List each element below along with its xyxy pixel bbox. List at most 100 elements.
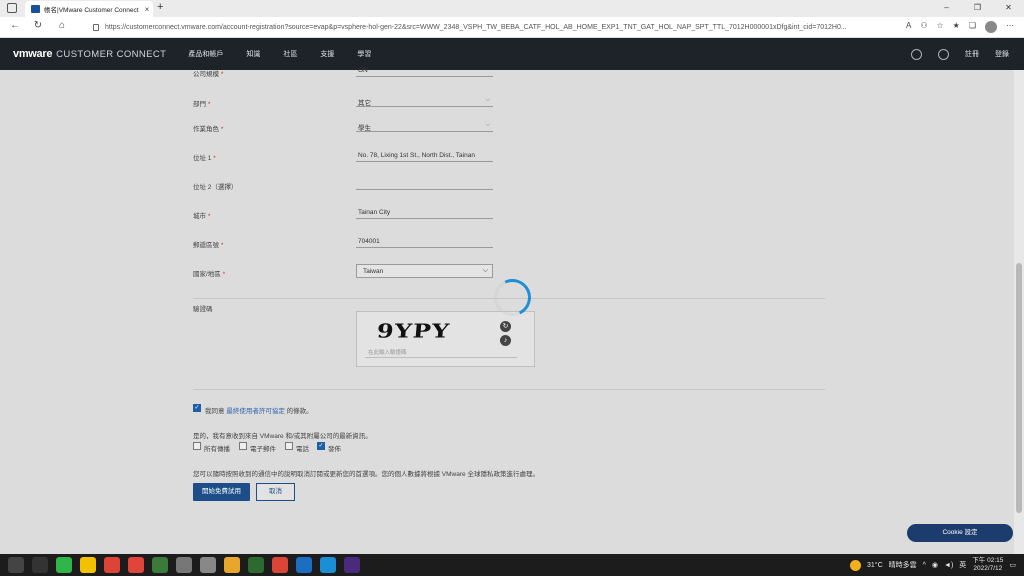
ie-icon[interactable] bbox=[296, 557, 312, 573]
browser-tab-bar: 帳名|VMware Customer Connect × + – ❐ ✕ bbox=[0, 0, 1024, 17]
weather-text: 晴時多雲 bbox=[888, 562, 917, 569]
taskbar-apps bbox=[8, 557, 360, 573]
captcha-audio-icon[interactable]: ♪ bbox=[500, 335, 511, 346]
weather-sun-icon bbox=[849, 559, 861, 571]
url-text: https://customerconnect.vmware.com/accou… bbox=[105, 24, 847, 31]
cancel-button[interactable]: 取消 bbox=[256, 483, 295, 501]
window-controls: – ❐ ✕ bbox=[931, 0, 1024, 17]
address1-input[interactable]: No. 78, Lixing 1st St., North Dist., Tai… bbox=[356, 150, 493, 162]
app-icon[interactable] bbox=[200, 557, 216, 573]
opt-email-label: 電子郵件 bbox=[250, 446, 276, 453]
edge-icon[interactable] bbox=[320, 557, 336, 573]
consent-question: 是的，我有意收到來自 VMware 和/或其附屬公司的最新資訊。 bbox=[193, 433, 372, 440]
minimize-icon[interactable]: – bbox=[931, 0, 962, 17]
restore-icon[interactable]: ❐ bbox=[962, 0, 993, 17]
nav-knowledge[interactable]: 知識 bbox=[246, 49, 260, 59]
country-select[interactable]: Taiwan ⌵ bbox=[356, 264, 493, 278]
line-app-icon[interactable] bbox=[56, 557, 72, 573]
nav-products[interactable]: 產品和帳戶 bbox=[188, 49, 223, 59]
captcha-refresh-icon[interactable]: ↻ bbox=[500, 321, 511, 332]
file-explorer-icon[interactable] bbox=[224, 557, 240, 573]
task-view-icon[interactable] bbox=[32, 557, 48, 573]
opt-mail-checkbox[interactable]: ✓ bbox=[317, 442, 325, 450]
nav-support[interactable]: 支援 bbox=[320, 49, 334, 59]
city-label: 城市 * bbox=[193, 213, 211, 220]
sticky-notes-icon[interactable] bbox=[80, 557, 96, 573]
collections-icon[interactable]: ❏ bbox=[969, 21, 976, 33]
chrome-icon[interactable] bbox=[272, 557, 288, 573]
refresh-icon[interactable]: ↻ bbox=[31, 20, 45, 31]
vmware-logo[interactable]: vmware bbox=[13, 48, 52, 60]
header-actions: 註冊 登錄 bbox=[911, 38, 1009, 70]
opt-all-label: 所有傳播 bbox=[204, 446, 230, 453]
lock-icon bbox=[93, 24, 99, 31]
vmware-header: vmware CUSTOMER CONNECT 產品和帳戶 知識 社區 支援 學… bbox=[0, 38, 1024, 70]
scrollbar-thumb[interactable] bbox=[1016, 263, 1022, 513]
globe-icon[interactable] bbox=[938, 48, 949, 60]
back-icon[interactable]: ← bbox=[8, 20, 22, 31]
postal-code-input[interactable]: 704001 bbox=[356, 236, 493, 248]
system-tray: 31°C 晴時多雲 ^ ◉ ◄) 英 下午 02:15 2022/7/12 ▭ bbox=[849, 554, 1016, 576]
customer-connect-title[interactable]: CUSTOMER CONNECT bbox=[56, 49, 166, 60]
more-icon[interactable]: ⋯ bbox=[1006, 21, 1014, 33]
cookie-settings-button[interactable]: Cookie 設定 bbox=[907, 524, 1013, 542]
address1-label: 位址 1 * bbox=[193, 155, 216, 162]
app-icon[interactable] bbox=[176, 557, 192, 573]
country-label: 國家/地區 * bbox=[193, 271, 226, 278]
ime-indicator[interactable]: 英 bbox=[959, 560, 966, 570]
company-size-label: 公司規模 * bbox=[193, 71, 224, 78]
nav-community[interactable]: 社區 bbox=[283, 49, 297, 59]
browser-tab[interactable]: 帳名|VMware Customer Connect × bbox=[25, 1, 153, 17]
company-size-field[interactable]: ON bbox=[356, 65, 493, 77]
favorite-icon[interactable]: ☆ bbox=[936, 21, 943, 33]
close-window-icon[interactable]: ✕ bbox=[993, 0, 1024, 17]
opt-phone-checkbox[interactable] bbox=[285, 442, 293, 450]
privacy-notice: 您可以隨時按照收到的通信中的說明取消訂閱或更新您的首選項。您的個人數據將根據 V… bbox=[193, 471, 539, 478]
chevron-down-icon: ⌵ bbox=[485, 122, 490, 128]
new-tab-button[interactable]: + bbox=[157, 1, 163, 13]
notification-icon[interactable]: ▭ bbox=[1009, 561, 1016, 569]
department-select[interactable]: 其它 ⌵ bbox=[356, 95, 493, 107]
extension-icon[interactable]: ⚇ bbox=[920, 21, 927, 33]
app-icon[interactable] bbox=[248, 557, 264, 573]
app-icon[interactable] bbox=[344, 557, 360, 573]
section-divider bbox=[193, 389, 825, 390]
favorites-list-icon[interactable]: ★ bbox=[953, 21, 960, 33]
windows-taskbar: 31°C 晴時多雲 ^ ◉ ◄) 英 下午 02:15 2022/7/12 ▭ bbox=[0, 554, 1024, 576]
url-field[interactable]: https://customerconnect.vmware.com/accou… bbox=[85, 20, 867, 35]
search-icon[interactable] bbox=[911, 48, 922, 60]
captcha-input[interactable]: 在此輸入驗證碼 bbox=[365, 348, 517, 358]
chevron-down-icon: ⌵ bbox=[485, 97, 490, 103]
vmware-favicon-icon bbox=[31, 5, 40, 13]
start-icon[interactable] bbox=[8, 557, 24, 573]
tab-actions-icon[interactable] bbox=[7, 3, 17, 13]
volume-icon[interactable]: ◄) bbox=[944, 562, 953, 569]
chrome-icon[interactable] bbox=[104, 557, 120, 573]
city-input[interactable]: Tainan City bbox=[356, 207, 493, 219]
app-icon[interactable] bbox=[152, 557, 168, 573]
read-aloud-icon[interactable]: A bbox=[906, 21, 911, 33]
anydesk-icon[interactable] bbox=[128, 557, 144, 573]
home-icon[interactable]: ⌂ bbox=[55, 20, 69, 31]
profile-avatar[interactable] bbox=[985, 21, 997, 33]
browser-toolbar-icons: A ⚇ ☆ ★ ❏ ⋯ bbox=[906, 21, 1014, 33]
job-role-label: 作業角色 * bbox=[193, 126, 224, 133]
opt-phone-label: 電話 bbox=[296, 446, 309, 453]
chevron-down-icon: ⌵ bbox=[482, 267, 488, 274]
network-icon[interactable]: ◉ bbox=[932, 561, 938, 569]
address2-input[interactable] bbox=[356, 178, 493, 190]
start-trial-button[interactable]: 開始免費試用 bbox=[193, 483, 250, 501]
eula-link[interactable]: 最終使用者許可協定 bbox=[226, 408, 285, 415]
chevron-up-icon[interactable]: ^ bbox=[923, 562, 926, 569]
close-tab-icon[interactable]: × bbox=[141, 5, 153, 14]
agree-checkbox[interactable]: ✓ bbox=[193, 404, 201, 412]
job-role-select[interactable]: 學生 ⌵ bbox=[356, 120, 493, 132]
opt-all-checkbox[interactable] bbox=[193, 442, 201, 450]
nav-learning[interactable]: 學習 bbox=[357, 49, 371, 59]
captcha-box: 9YPY ↻ ♪ 在此輸入驗證碼 bbox=[356, 311, 535, 367]
login-link[interactable]: 登錄 bbox=[995, 49, 1009, 59]
clock[interactable]: 下午 02:15 2022/7/12 bbox=[972, 557, 1003, 573]
register-link[interactable]: 註冊 bbox=[965, 49, 979, 59]
opt-email-checkbox[interactable] bbox=[239, 442, 247, 450]
agree-text: 我同意 最終使用者許可協定 的條款。 bbox=[205, 408, 313, 415]
